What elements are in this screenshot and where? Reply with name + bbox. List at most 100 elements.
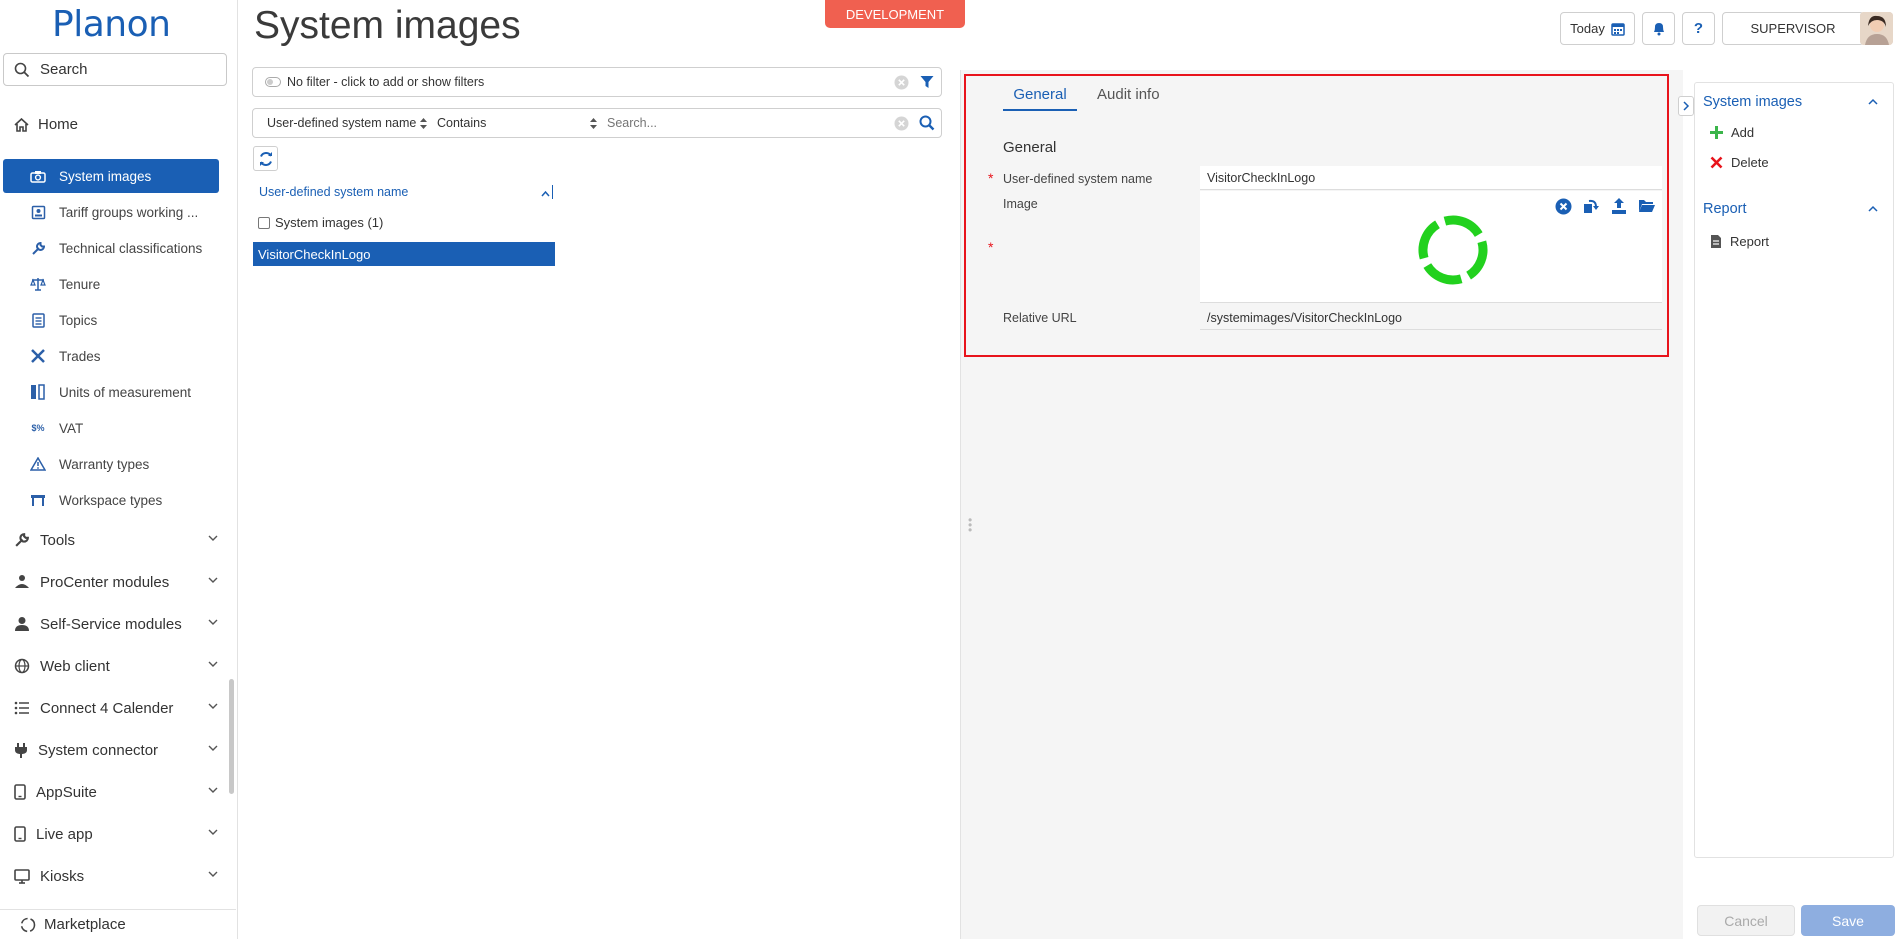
search-field-select[interactable]: User-defined system name <box>267 116 428 130</box>
refresh-button[interactable] <box>253 146 278 171</box>
tab-audit-info[interactable]: Audit info <box>1097 86 1160 109</box>
calendar-icon <box>1611 22 1625 36</box>
delete-label: Delete <box>1731 155 1769 170</box>
sidebar-item-warranty-types[interactable]: Warranty types <box>3 447 219 481</box>
sidebar-group-procenter-modules[interactable]: ProCenter modules <box>14 565 218 599</box>
column-header-system-name[interactable]: User-defined system name <box>259 185 555 199</box>
search-icon[interactable] <box>919 115 935 131</box>
sort-arrows-icon <box>420 117 428 129</box>
sidebar-item-workspace-types[interactable]: Workspace types <box>3 483 219 517</box>
search-icon <box>14 62 30 77</box>
folder-open-icon <box>1639 200 1655 212</box>
sidebar-group-web-client[interactable]: Web client <box>14 649 218 683</box>
sidebar-item-units-of-measurement[interactable]: Units of measurement <box>3 375 219 409</box>
sidebar-scrollbar-thumb[interactable] <box>229 679 234 794</box>
clear-filter-icon[interactable] <box>894 75 909 90</box>
add-button[interactable]: Add <box>1710 125 1754 140</box>
search-operator-select[interactable]: Contains <box>437 116 597 130</box>
today-button[interactable]: Today <box>1560 12 1635 45</box>
today-label: Today <box>1570 21 1605 36</box>
chevron-up-icon[interactable] <box>1868 205 1878 213</box>
sidebar-item-label: Tariff groups working ... <box>59 204 199 220</box>
sidebar-group-appsuite[interactable]: AppSuite <box>14 775 218 809</box>
rotate-icon <box>1584 199 1599 213</box>
table-cell-system-name: VisitorCheckInLogo <box>258 246 371 262</box>
sidebar: Planon Search Home System images Tariff … <box>0 0 238 939</box>
tab-general[interactable]: General <box>1003 86 1077 111</box>
panel-splitter-handle[interactable]: • • • <box>968 514 972 536</box>
chevron-down-icon <box>208 787 218 793</box>
sidebar-group-live-app[interactable]: Live app <box>14 817 218 851</box>
search-input[interactable] <box>607 114 857 132</box>
sidebar-item-label: Marketplace <box>44 916 126 933</box>
sidebar-item-label: Topics <box>59 312 98 328</box>
clear-search-icon[interactable] <box>894 116 909 131</box>
browse-image-button[interactable] <box>1636 195 1658 217</box>
sidebar-group-label: Self-Service modules <box>40 615 182 633</box>
filter-icon[interactable] <box>920 75 934 89</box>
sidebar-group-label: System connector <box>38 741 159 759</box>
column-resize-handle[interactable] <box>552 185 553 199</box>
user-menu-button[interactable]: SUPERVISOR <box>1722 12 1864 45</box>
list-icon <box>29 312 47 328</box>
sidebar-search-input[interactable]: Search <box>3 53 227 86</box>
sidebar-item-label: Workspace types <box>59 492 163 508</box>
sidebar-group-kiosks[interactable]: Kiosks <box>14 859 218 893</box>
sidebar-item-trades[interactable]: Trades <box>3 339 219 373</box>
sidebar-item-home[interactable]: Home <box>14 116 78 133</box>
rotate-image-button[interactable] <box>1580 195 1602 217</box>
sidebar-item-label: Tenure <box>59 276 101 292</box>
refresh-icon <box>259 151 272 166</box>
warning-icon <box>29 457 47 471</box>
chevron-down-icon <box>208 871 218 877</box>
sidebar-item-vat[interactable]: $% VAT <box>3 411 219 445</box>
badge-icon <box>29 205 47 220</box>
chevron-down-icon <box>208 703 218 709</box>
sidebar-item-technical-classifications[interactable]: Technical classifications <box>3 231 219 265</box>
sidebar-group-tools[interactable]: Tools <box>14 523 218 557</box>
action-section-report[interactable]: Report <box>1703 201 1747 217</box>
sidebar-item-marketplace[interactable]: Marketplace <box>0 909 236 939</box>
sidebar-item-topics[interactable]: Topics <box>3 303 219 337</box>
remove-image-button[interactable] <box>1552 195 1574 217</box>
chevron-up-icon[interactable] <box>1868 98 1878 106</box>
notifications-button[interactable] <box>1642 12 1675 45</box>
system-name-field[interactable]: VisitorCheckInLogo <box>1200 166 1662 190</box>
sidebar-item-tariff-groups[interactable]: Tariff groups working ... <box>3 195 219 229</box>
sidebar-group-self-service-modules[interactable]: Self-Service modules <box>14 607 218 641</box>
save-button[interactable]: Save <box>1801 905 1895 936</box>
sidebar-group-system-connector[interactable]: System connector <box>14 733 218 767</box>
field-label-image: Image <box>1003 197 1038 211</box>
add-label: Add <box>1731 125 1755 140</box>
upload-icon <box>1612 198 1626 214</box>
delete-button[interactable]: Delete <box>1710 155 1769 170</box>
chevron-down-icon <box>208 745 218 751</box>
avatar[interactable] <box>1860 12 1893 45</box>
action-panel <box>1694 82 1894 858</box>
list-icon <box>14 701 29 715</box>
tools-icon <box>29 348 47 364</box>
help-button[interactable]: ? <box>1682 12 1715 45</box>
filter-bar[interactable]: No filter - click to add or show filters <box>252 67 942 97</box>
sidebar-item-system-images[interactable]: System images <box>3 159 219 193</box>
collapse-actions-button[interactable] <box>1678 96 1694 116</box>
sidebar-scrollbar[interactable] <box>229 104 234 794</box>
chevron-down-icon <box>208 829 218 835</box>
planon-logo[interactable]: Planon <box>52 4 171 45</box>
sidebar-item-tenure[interactable]: Tenure <box>3 267 219 301</box>
image-field <box>1200 191 1662 303</box>
upload-image-button[interactable] <box>1608 195 1630 217</box>
table-row[interactable]: VisitorCheckInLogo <box>253 242 555 266</box>
scale-icon <box>29 277 47 291</box>
report-button[interactable]: Report <box>1710 234 1769 249</box>
sidebar-group-connect-4-calender[interactable]: Connect 4 Calender <box>14 691 218 725</box>
action-section-system-images[interactable]: System images <box>1703 94 1802 110</box>
cancel-button[interactable]: Cancel <box>1697 905 1795 936</box>
image-preview <box>1418 215 1488 285</box>
procenter-icon <box>15 575 29 588</box>
group-checkbox[interactable] <box>258 216 270 229</box>
list-group-row[interactable]: System images (1) <box>258 215 383 230</box>
user-name: SUPERVISOR <box>1750 21 1836 36</box>
chevron-down-icon <box>208 535 218 541</box>
sidebar-item-home-label: Home <box>38 116 79 133</box>
